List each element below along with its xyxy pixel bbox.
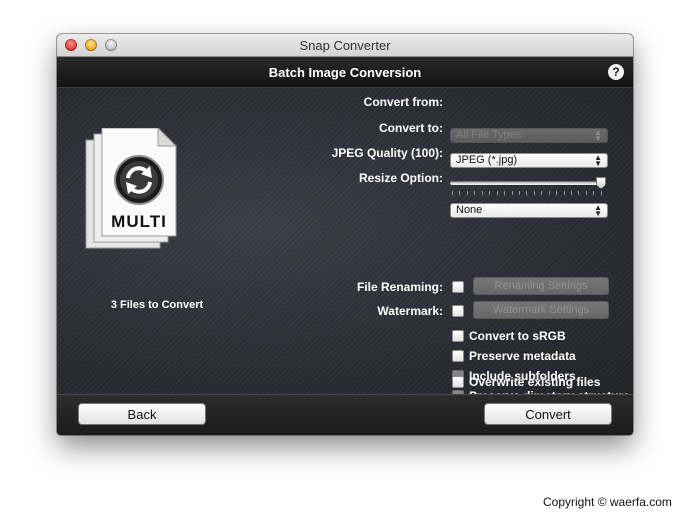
window-title: Snap Converter: [299, 38, 391, 53]
overwrite-files-checkbox[interactable]: [452, 376, 464, 388]
watermark-label: Watermark:: [377, 304, 443, 318]
convert-from-select[interactable]: All File Types ▲ ▼: [450, 128, 608, 143]
files-count-text: 3 Files to Convert: [110, 299, 204, 311]
convert-button[interactable]: Convert: [484, 403, 612, 425]
jpeg-quality-ticks: [452, 191, 602, 195]
convert-to-label: Convert to:: [379, 121, 443, 135]
resize-option-select[interactable]: None ▲ ▼: [450, 203, 608, 218]
jpeg-quality-slider-knob[interactable]: [596, 177, 606, 189]
back-button[interactable]: Back: [78, 403, 206, 425]
overwrite-files-label: Overwrite existing files: [469, 375, 601, 389]
convert-from-label: Convert from:: [363, 95, 443, 109]
watermark-settings-button[interactable]: Watermark Settings: [473, 301, 609, 319]
renaming-settings-button[interactable]: Renaming Settings: [473, 277, 609, 295]
multi-label: MULTI: [111, 212, 167, 231]
popup-arrows-icon: ▲ ▼: [594, 128, 602, 143]
convert-srgb-checkbox[interactable]: [452, 330, 464, 342]
file-renaming-checkbox[interactable]: [452, 281, 464, 293]
convert-srgb-label: Convert to sRGB: [469, 329, 566, 343]
popup-arrows-icon: ▲ ▼: [594, 153, 602, 168]
convert-from-value: All File Types: [456, 129, 522, 141]
copyright-text: Copyright © waerfa.com: [543, 495, 672, 509]
page-title: Batch Image Conversion: [268, 65, 422, 80]
popup-arrows-icon: ▲ ▼: [594, 203, 602, 218]
preserve-metadata-checkbox[interactable]: [452, 350, 464, 362]
preserve-metadata-label: Preserve metadata: [469, 349, 576, 363]
multi-files-icon: MULTI: [78, 126, 190, 258]
jpeg-quality-label: JPEG Quality (100):: [331, 146, 443, 160]
jpeg-quality-slider-track[interactable]: [450, 181, 606, 185]
resize-option-value: None: [456, 204, 483, 216]
convert-to-select[interactable]: JPEG (*.jpg) ▲ ▼: [450, 153, 608, 168]
watermark-checkbox[interactable]: [452, 305, 464, 317]
file-renaming-label: File Renaming:: [356, 280, 443, 294]
page-header: Batch Image Conversion ?: [57, 57, 633, 88]
convert-to-value: JPEG (*.jpg): [456, 154, 518, 166]
resize-option-label: Resize Option:: [358, 171, 443, 185]
help-button[interactable]: ?: [608, 64, 624, 80]
footer-bar: Back Convert: [57, 394, 633, 435]
title-bar: Snap Converter: [57, 34, 633, 57]
